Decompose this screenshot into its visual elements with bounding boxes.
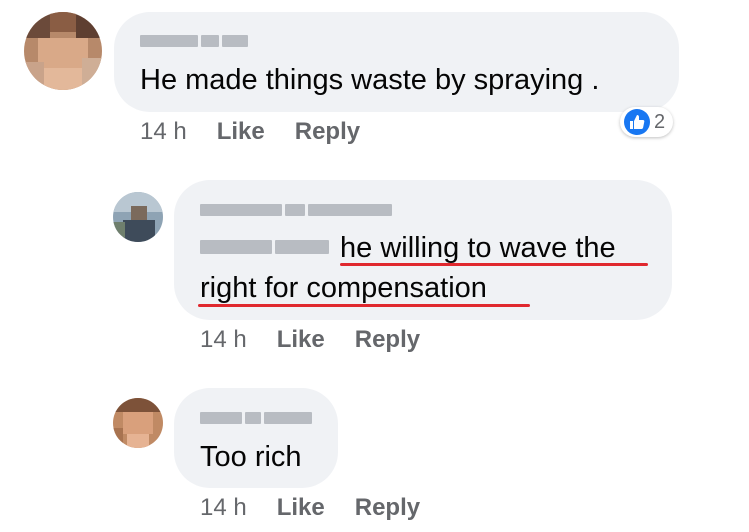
reply-button[interactable]: Reply: [355, 326, 420, 353]
commenter-name[interactable]: [200, 204, 392, 216]
red-underline: [198, 304, 530, 307]
commenter-avatar[interactable]: [24, 12, 102, 90]
reaction-count: 2: [654, 110, 666, 133]
mentioned-user-tag[interactable]: [200, 240, 329, 254]
comment-text: Too rich: [200, 441, 302, 473]
commenter-avatar[interactable]: [113, 192, 163, 242]
like-button[interactable]: Like: [217, 118, 265, 145]
comment-meta: 14 h Like Reply: [200, 326, 420, 354]
comment-meta: 14 h Like Reply: [140, 118, 360, 146]
comment-text: He made things waste by spraying .: [140, 64, 600, 96]
like-button[interactable]: Like: [277, 494, 325, 521]
commenter-avatar[interactable]: [113, 398, 163, 448]
comment-timestamp[interactable]: 14 h: [140, 118, 187, 145]
reaction-badge[interactable]: 2: [620, 107, 674, 137]
like-button[interactable]: Like: [277, 326, 325, 353]
red-underline: [340, 263, 648, 266]
comment-text-line-2: right for compensation: [200, 272, 487, 304]
comment-text-line-1: he willing to wave the: [340, 232, 616, 264]
reply-button[interactable]: Reply: [355, 494, 420, 521]
reply-button[interactable]: Reply: [295, 118, 360, 145]
thumbs-up-icon: [624, 109, 650, 135]
commenter-name[interactable]: [140, 35, 248, 47]
comment-meta: 14 h Like Reply: [200, 494, 420, 522]
commenter-name[interactable]: [200, 412, 312, 424]
comment-timestamp[interactable]: 14 h: [200, 326, 247, 353]
comment-timestamp[interactable]: 14 h: [200, 494, 247, 521]
